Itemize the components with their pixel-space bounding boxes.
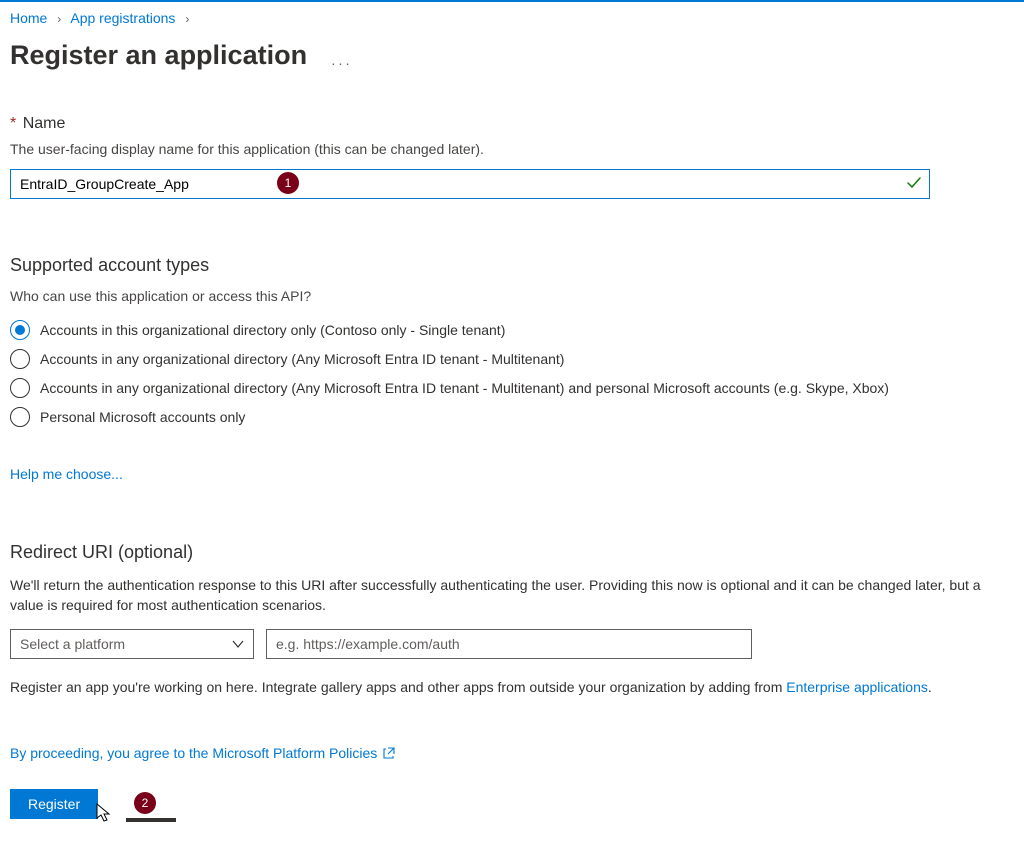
breadcrumb-home[interactable]: Home bbox=[10, 10, 47, 26]
check-icon bbox=[906, 175, 922, 191]
step-badge-1: 1 bbox=[277, 172, 299, 194]
breadcrumb-sep: › bbox=[179, 12, 195, 26]
underline bbox=[126, 818, 176, 822]
name-label: * Name bbox=[10, 115, 1014, 133]
radio-icon bbox=[10, 378, 30, 398]
radio-label: Accounts in any organizational directory… bbox=[40, 349, 564, 369]
breadcrumb-sep: › bbox=[51, 12, 67, 26]
cursor-icon bbox=[92, 803, 112, 825]
redirect-heading: Redirect URI (optional) bbox=[10, 542, 1014, 563]
required-marker: * bbox=[10, 115, 16, 132]
help-me-choose-link[interactable]: Help me choose... bbox=[10, 466, 123, 482]
breadcrumb: Home › App registrations › bbox=[10, 10, 1014, 26]
radio-label: Accounts in this organizational director… bbox=[40, 320, 505, 340]
name-helper: The user-facing display name for this ap… bbox=[10, 141, 1014, 157]
policy-line[interactable]: By proceeding, you agree to the Microsof… bbox=[10, 745, 1014, 761]
radio-option-1[interactable]: Accounts in any organizational directory… bbox=[10, 349, 1014, 369]
platform-select[interactable]: Select a platform bbox=[10, 629, 254, 659]
step-badge-2: 2 bbox=[134, 792, 156, 814]
page-title: Register an application bbox=[10, 40, 307, 71]
radio-option-2[interactable]: Accounts in any organizational directory… bbox=[10, 378, 970, 398]
more-menu-icon[interactable]: ··· bbox=[331, 55, 353, 71]
bottom-note-post: . bbox=[928, 679, 932, 695]
name-input-wrapper: 1 bbox=[10, 169, 930, 199]
redirect-row: Select a platform bbox=[10, 629, 1014, 659]
radio-icon bbox=[10, 320, 30, 340]
radio-option-0[interactable]: Accounts in this organizational director… bbox=[10, 320, 1014, 340]
radio-list: Accounts in this organizational director… bbox=[10, 320, 1014, 427]
supported-sub: Who can use this application or access t… bbox=[10, 288, 1014, 304]
radio-option-3[interactable]: Personal Microsoft accounts only bbox=[10, 407, 1014, 427]
register-row: Register 2 bbox=[10, 789, 1014, 819]
bottom-note: Register an app you're working on here. … bbox=[10, 679, 1014, 695]
radio-icon bbox=[10, 407, 30, 427]
radio-label: Accounts in any organizational directory… bbox=[40, 378, 889, 398]
chevron-down-icon bbox=[231, 637, 245, 651]
platform-select-value: Select a platform bbox=[20, 636, 125, 652]
enterprise-applications-link[interactable]: Enterprise applications bbox=[786, 679, 928, 695]
register-button[interactable]: Register bbox=[10, 789, 98, 819]
name-label-text: Name bbox=[23, 115, 66, 132]
breadcrumb-app-registrations[interactable]: App registrations bbox=[70, 10, 175, 26]
policy-text: By proceeding, you agree to the Microsof… bbox=[10, 745, 377, 761]
radio-icon bbox=[10, 349, 30, 369]
redirect-desc: We'll return the authentication response… bbox=[10, 575, 990, 615]
name-input[interactable] bbox=[10, 169, 930, 199]
external-link-icon bbox=[383, 747, 395, 759]
bottom-note-pre: Register an app you're working on here. … bbox=[10, 679, 786, 695]
radio-label: Personal Microsoft accounts only bbox=[40, 407, 245, 427]
supported-heading: Supported account types bbox=[10, 255, 1014, 276]
redirect-uri-input[interactable] bbox=[266, 629, 752, 659]
